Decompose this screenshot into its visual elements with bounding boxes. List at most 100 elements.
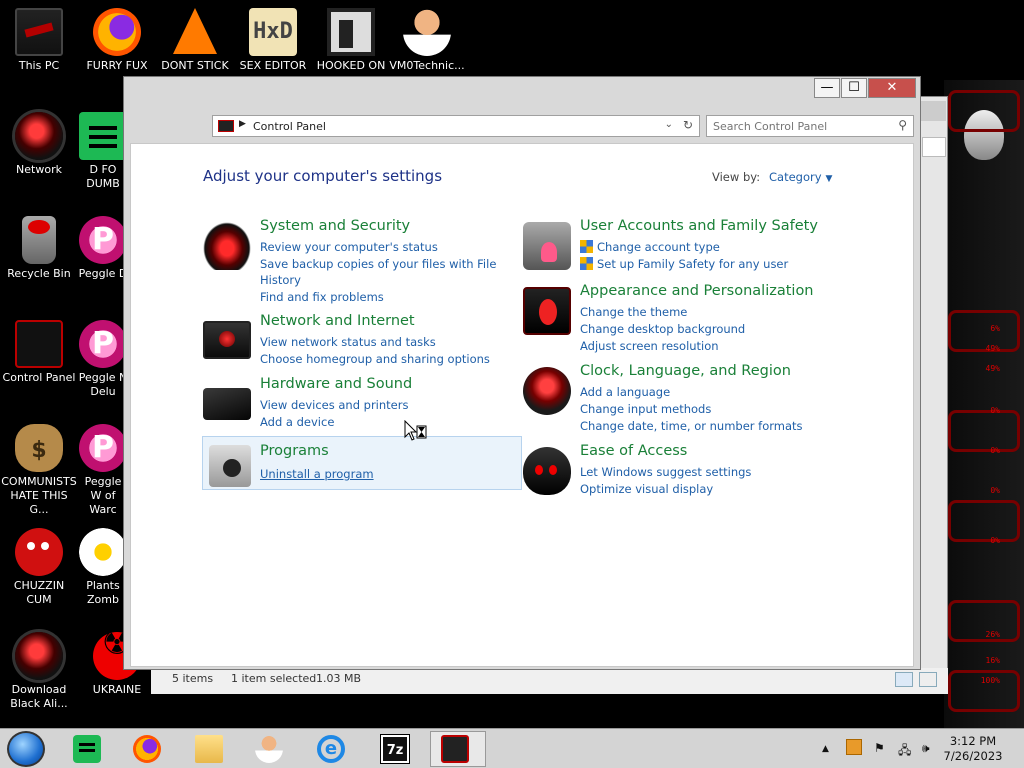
link-uninstall-program[interactable]: Uninstall a program (260, 466, 500, 482)
gadget-percent: 6% (990, 324, 1000, 333)
view-by-value: Category (769, 170, 822, 184)
taskbar-item-firefox[interactable] (122, 731, 170, 767)
link-devices-printers[interactable]: View devices and printers (260, 397, 500, 413)
desktop-icon-dfo-dumb[interactable]: D FO DUMB (78, 112, 128, 191)
desktop-icon-communists[interactable]: $ COMMUNISTS HATE THIS G... (0, 424, 78, 517)
file-explorer-icon (195, 735, 223, 763)
tray-app-icon[interactable] (846, 739, 862, 755)
category-title[interactable]: Ease of Access (580, 443, 687, 459)
start-button[interactable] (7, 731, 45, 767)
link-review-status[interactable]: Review your computer's status (260, 239, 500, 255)
desktop-icon-peggle-d[interactable]: P Peggle D (78, 216, 128, 281)
action-center-flag-icon[interactable]: ⚑ (874, 741, 885, 755)
desktop-icon-label: UKRAINE (92, 683, 142, 696)
close-button[interactable]: ✕ (868, 78, 916, 98)
breadcrumb-control-panel[interactable]: Control Panel (253, 120, 326, 133)
volume-icon[interactable]: 🕪 (922, 741, 930, 756)
refresh-icon[interactable]: ↻ (683, 118, 693, 132)
maximize-button[interactable]: ☐ (841, 78, 867, 98)
appearance-icon[interactable] (523, 287, 571, 335)
category-title[interactable]: Hardware and Sound (260, 376, 412, 392)
desktop-icon-label: Control Panel (2, 371, 76, 384)
taskbar-item-spreadsheet[interactable] (62, 731, 110, 767)
desktop-icon-download-black-alien[interactable]: Download Black Ali... (0, 632, 78, 711)
search-input[interactable] (707, 116, 887, 136)
desktop-icon-label: FURRY FUX (86, 59, 148, 72)
system-security-icon[interactable] (203, 222, 251, 270)
clock-region-icon[interactable] (523, 367, 571, 415)
category-title[interactable]: Network and Internet (260, 313, 415, 329)
link-input-methods[interactable]: Change input methods (580, 401, 840, 417)
background-search-button[interactable] (922, 137, 946, 157)
desktop-icon-network[interactable]: Network (0, 112, 78, 177)
background-status-bar: 5 items 1 item selected 1.03 MB (151, 668, 948, 694)
desktop-icon-plants-zombies[interactable]: Plants Zomb (78, 528, 128, 607)
view-by-label: View by: (712, 170, 761, 184)
desktop-icon-control-panel[interactable]: Control Panel (0, 320, 78, 385)
desktop-icon-this-pc[interactable]: This PC (0, 8, 78, 73)
taskbar-item-internet-explorer[interactable]: e (306, 731, 354, 767)
desktop-icon-hooked-on[interactable]: HOOKED ON (312, 8, 390, 73)
search-icon[interactable]: ⚲ (898, 118, 907, 132)
taskbar-item-file-explorer[interactable] (184, 731, 232, 767)
peggle-icon: P (79, 320, 127, 368)
minimize-button[interactable]: — (814, 78, 840, 98)
programs-icon[interactable] (209, 445, 251, 487)
page-title: Adjust your computer's settings (203, 167, 443, 185)
link-add-language[interactable]: Add a language (580, 384, 840, 400)
computer-icon (15, 8, 63, 56)
chevron-down-icon[interactable]: ⌄ (665, 119, 673, 130)
link-file-history[interactable]: Save backup copies of your files with Fi… (260, 256, 500, 288)
category-title[interactable]: Appearance and Personalization (580, 283, 814, 299)
link-change-account-type[interactable]: Change account type (580, 239, 840, 255)
gadget-percent: 0% (990, 406, 1000, 415)
category-title[interactable]: System and Security (260, 218, 410, 234)
search-box[interactable]: ⚲ (706, 115, 914, 137)
ease-of-access-icon[interactable] (523, 447, 571, 495)
network-tray-icon[interactable]: 🖧 (898, 741, 911, 762)
status-size: 1.03 MB (316, 672, 362, 685)
link-find-fix[interactable]: Find and fix problems (260, 289, 500, 305)
category-title[interactable]: User Accounts and Family Safety (580, 218, 818, 234)
large-icons-view-button[interactable] (919, 672, 937, 687)
link-desktop-background[interactable]: Change desktop background (580, 321, 820, 337)
link-screen-resolution[interactable]: Adjust screen resolution (580, 338, 820, 354)
desktop-icon-sex-editor[interactable]: HxD SEX EDITOR (234, 8, 312, 73)
link-windows-suggest[interactable]: Let Windows suggest settings (580, 464, 820, 480)
status-item-count: 5 items (172, 672, 214, 685)
desktop-icon-peggle-nights[interactable]: P Peggle N Delu (78, 320, 128, 399)
category-title[interactable]: Programs (260, 443, 329, 459)
clock[interactable]: 3:12 PM 7/26/2023 (930, 734, 1016, 764)
link-family-safety[interactable]: Set up Family Safety for any user (580, 256, 840, 272)
link-add-device[interactable]: Add a device (260, 414, 500, 430)
taskbar-item-control-panel[interactable] (430, 731, 486, 767)
desktop-icon-chuzzin[interactable]: CHUZZIN CUM (0, 528, 78, 607)
gadget-ring (948, 310, 1020, 352)
title-bar[interactable]: — ☐ ✕ (124, 77, 920, 107)
link-text: Set up Family Safety for any user (597, 257, 789, 271)
desktop-icon-recycle-bin[interactable]: Recycle Bin (0, 216, 78, 281)
desktop-icon-furry-fux[interactable]: FURRY FUX (78, 8, 156, 73)
view-by-dropdown[interactable]: Category ▼ (769, 170, 832, 184)
details-view-button[interactable] (895, 672, 913, 687)
caret-down-icon: ▼ (825, 174, 833, 184)
hardware-sound-icon[interactable] (203, 388, 251, 420)
desktop-icon-vm0technic[interactable]: VM0Technic... (388, 8, 466, 73)
network-internet-icon[interactable] (203, 321, 251, 359)
link-visual-display[interactable]: Optimize visual display (580, 481, 820, 497)
taskbar-item-7zip[interactable]: 7z (370, 731, 418, 767)
user-accounts-icon[interactable] (523, 222, 571, 270)
link-network-status[interactable]: View network status and tasks (260, 334, 500, 350)
show-hidden-icons-icon[interactable]: ▲ (822, 744, 829, 754)
desktop-icon-dont-stick[interactable]: DONT STICK (156, 8, 234, 73)
desktop-icon-peggle-warcraft[interactable]: P Peggle W of Warc (78, 424, 128, 517)
taskbar-item-doctor[interactable] (244, 731, 292, 767)
address-bar[interactable]: ▶ Control Panel ⌄ ↻ (212, 115, 700, 137)
link-date-time-formats[interactable]: Change date, time, or number formats (580, 418, 840, 434)
category-title[interactable]: Clock, Language, and Region (580, 363, 791, 379)
breadcrumb-arrow-icon[interactable]: ▶ (239, 119, 246, 129)
link-homegroup[interactable]: Choose homegroup and sharing options (260, 351, 500, 367)
link-change-theme[interactable]: Change the theme (580, 304, 820, 320)
category-appearance: Appearance and Personalization Change th… (523, 283, 853, 359)
plants-icon (79, 528, 127, 576)
